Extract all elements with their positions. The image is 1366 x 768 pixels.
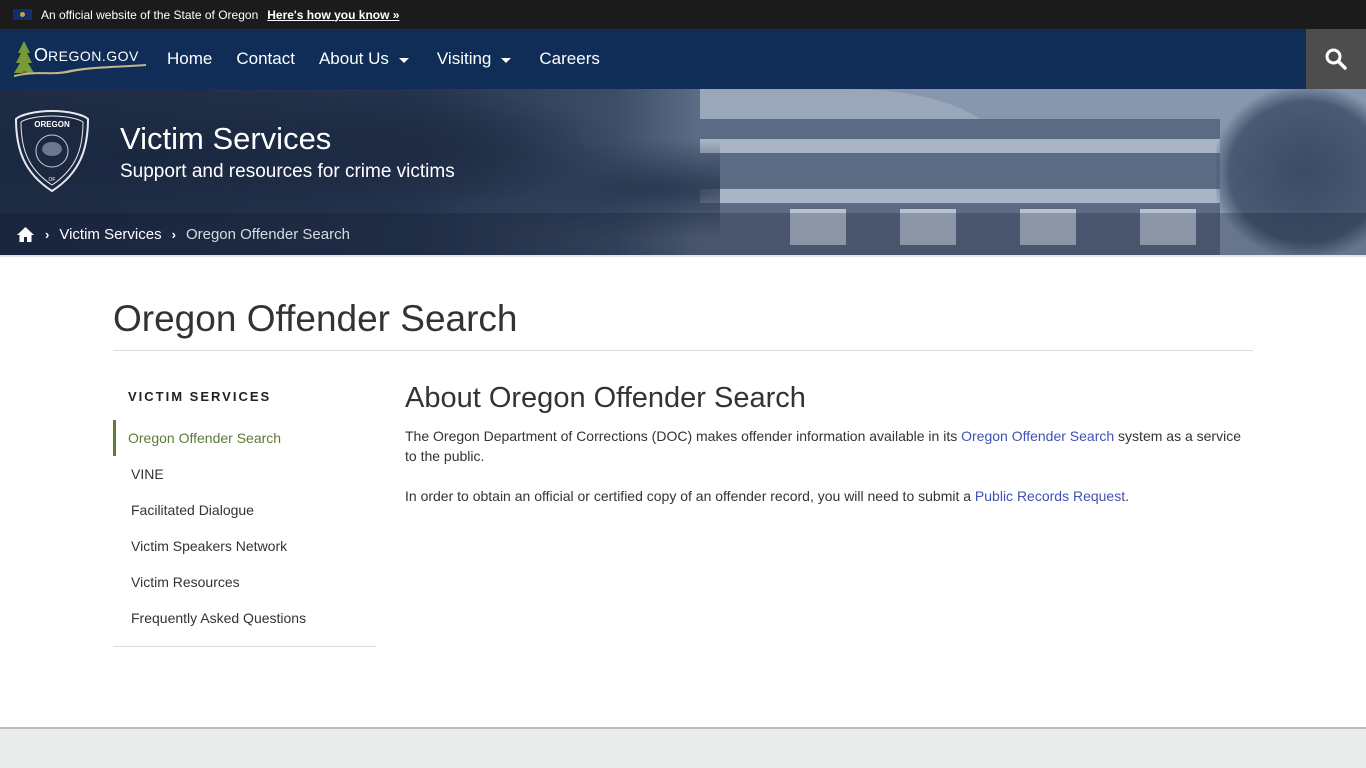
chevron-right-icon: ›	[45, 226, 50, 242]
hero-title: Victim Services	[120, 121, 332, 156]
oregon-flag-icon	[13, 9, 32, 20]
paragraph-text: The Oregon Department of Corrections (DO…	[405, 428, 962, 444]
sidebar: VICTIM SERVICES Oregon Offender Search V…	[113, 380, 376, 647]
footer	[0, 727, 1366, 768]
sidebar-item-vine[interactable]: VINE	[113, 456, 376, 492]
public-records-request-link[interactable]: Public Records Request	[975, 488, 1125, 504]
breadcrumb-current-page: Oregon Offender Search	[185, 225, 350, 243]
svg-text:REGON.GOV: REGON.GOV	[48, 48, 139, 64]
breadcrumb: › Victim Services › Oregon Offender Sear…	[0, 213, 1366, 255]
page-title: Oregon Offender Search	[113, 298, 518, 339]
caret-down-icon	[501, 57, 512, 63]
sidebar-divider	[113, 646, 376, 647]
content-heading: About Oregon Offender Search	[405, 382, 806, 414]
nav-home-label: Home	[167, 49, 213, 68]
breadcrumb-victim-services[interactable]: Victim Services	[59, 226, 161, 243]
hero-subtitle: Support and resources for crime victims	[120, 161, 455, 182]
nav-careers-label: Careers	[539, 49, 600, 68]
sidebar-item-oregon-offender-search[interactable]: Oregon Offender Search	[113, 420, 376, 456]
chevron-right-icon: ›	[171, 226, 176, 242]
content-paragraph-1: The Oregon Department of Corrections (DO…	[405, 426, 1253, 466]
nav-contact-label: Contact	[236, 49, 295, 68]
nav-about-us[interactable]: About Us	[307, 29, 425, 89]
search-icon	[1325, 48, 1347, 70]
oregon-gov-logo[interactable]: O REGON.GOV	[10, 39, 148, 79]
main-navbar: O REGON.GOV Home Contact About Us Visiti…	[0, 29, 1366, 89]
nav-contact[interactable]: Contact	[224, 29, 307, 89]
oregon-offender-search-link[interactable]: Oregon Offender Search	[961, 428, 1114, 444]
doc-seal-logo[interactable]: OREGON OF	[14, 109, 90, 193]
content-paragraph-2: In order to obtain an official or certif…	[405, 486, 1253, 506]
title-divider	[113, 350, 1253, 351]
home-icon	[17, 226, 34, 242]
paragraph-text: In order to obtain an official or certif…	[405, 488, 975, 504]
sidebar-item-victim-resources[interactable]: Victim Resources	[113, 564, 376, 600]
logo-text: O	[34, 45, 48, 65]
sidebar-item-facilitated-dialogue[interactable]: Facilitated Dialogue	[113, 492, 376, 528]
svg-text:OREGON: OREGON	[34, 120, 70, 129]
hero-divider	[0, 255, 1366, 257]
heres-how-you-know-link[interactable]: Here's how you know »	[267, 8, 399, 22]
hero-banner: OREGON OF Victim Services Support and re…	[0, 89, 1366, 255]
nav-about-us-label: About Us	[318, 49, 389, 68]
tree-icon	[14, 41, 34, 75]
sidebar-heading: VICTIM SERVICES	[128, 389, 272, 404]
main-content: About Oregon Offender Search The Oregon …	[405, 380, 1253, 506]
nav-visiting-label: Visiting	[436, 49, 492, 68]
sidebar-item-victim-speakers-network[interactable]: Victim Speakers Network	[113, 528, 376, 564]
paragraph-text: .	[1125, 488, 1129, 504]
svg-text:OF: OF	[49, 177, 56, 183]
official-banner-text: An official website of the State of Oreg…	[41, 7, 259, 22]
official-website-banner: An official website of the State of Oreg…	[0, 0, 1366, 29]
nav-home[interactable]: Home	[155, 29, 224, 89]
caret-down-icon	[398, 57, 409, 63]
nav-visiting[interactable]: Visiting	[425, 29, 528, 89]
nav-careers[interactable]: Careers	[527, 29, 611, 89]
sidebar-item-faq[interactable]: Frequently Asked Questions	[113, 600, 376, 636]
breadcrumb-home[interactable]	[16, 226, 35, 243]
search-button[interactable]	[1306, 29, 1366, 89]
nav-menu: Home Contact About Us Visiting Careers	[155, 29, 612, 89]
sidebar-list: Oregon Offender Search VINE Facilitated …	[113, 420, 376, 636]
